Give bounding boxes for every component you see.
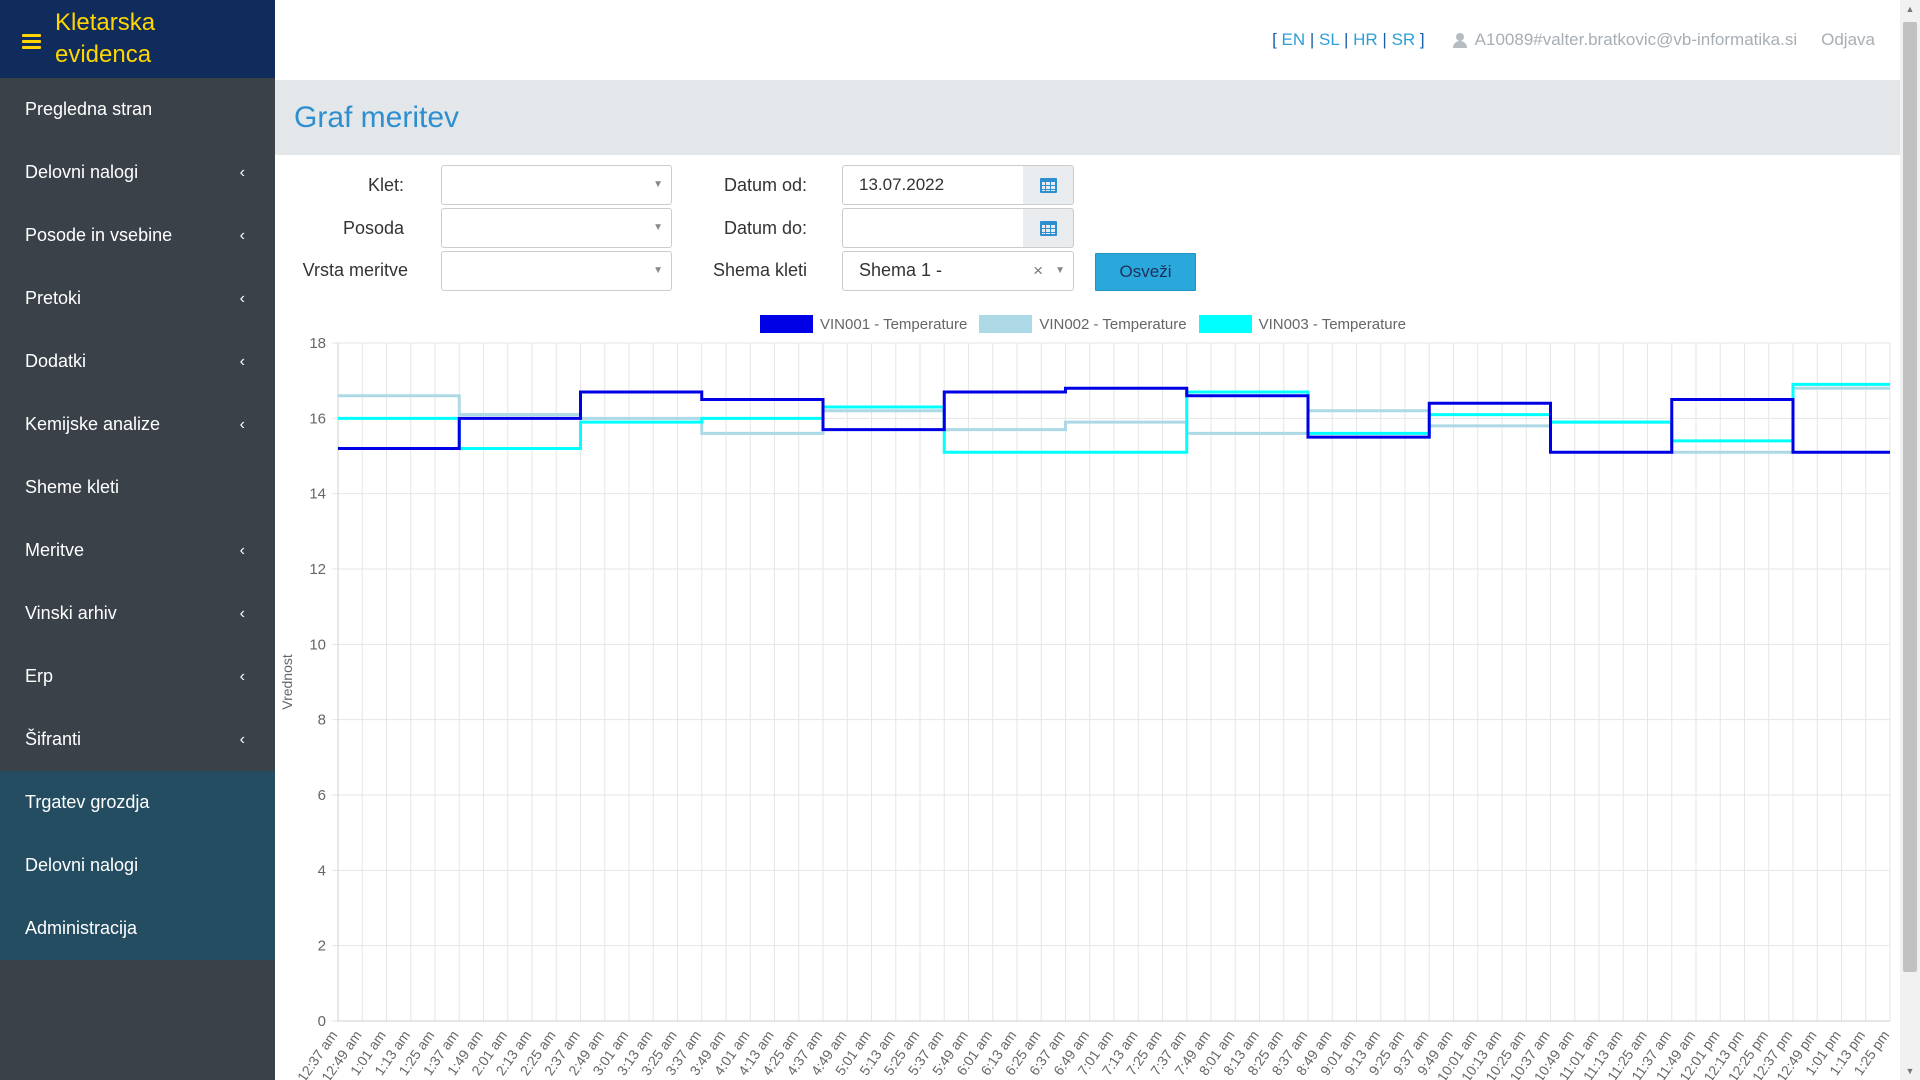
y-axis-title: Vrednost — [279, 654, 295, 710]
user-icon — [1452, 33, 1467, 48]
shema-kleti-value: Shema 1 - — [859, 260, 943, 280]
sidebar-item-label: Meritve — [25, 540, 85, 560]
lang-link-hr[interactable]: HR — [1353, 30, 1378, 49]
sidebar-item-šifranti[interactable]: Šifranti ‹ — [0, 708, 275, 771]
datum-od-label: Datum od: — [723, 175, 807, 195]
user-email: A10089#valter.bratkovic@vb-informatika.s… — [1474, 30, 1798, 49]
y-tick-label: 18 — [309, 335, 326, 352]
shema-kleti-label: Shema kleti — [712, 260, 807, 280]
bracket-open: [ — [1272, 30, 1277, 49]
dropdown-caret-icon: ▼ — [653, 222, 663, 233]
sidebar-item-kemijske-analize[interactable]: Kemijske analize ‹ — [0, 393, 275, 456]
y-tick-label: 14 — [309, 486, 326, 503]
sidebar-item-pregledna-stran[interactable]: Pregledna stran — [0, 78, 275, 141]
sidebar-nav: Pregledna stran Delovni nalogi ‹ Posode in … — [0, 78, 275, 771]
chevron-left-icon: ‹ — [239, 352, 245, 370]
datum-do-input[interactable] — [842, 208, 1024, 248]
sidebar-item-label: Delovni nalogi — [25, 855, 139, 875]
y-tick-label: 0 — [318, 1013, 326, 1030]
y-tick-label: 10 — [309, 636, 326, 653]
lang-link-en[interactable]: EN — [1282, 30, 1306, 49]
chevron-left-icon: ‹ — [239, 163, 245, 181]
sidebar-item-label: Šifranti — [25, 729, 82, 749]
scroll-down-icon[interactable]: ▼ — [1900, 1062, 1920, 1080]
sidebar-item-dodatki[interactable]: Dodatki ‹ — [0, 330, 275, 393]
vrsta-meritve-label: Vrsta meritve — [302, 260, 408, 280]
klet-select[interactable]: ▼ — [441, 165, 672, 205]
sidebar-item-delovni-nalogi[interactable]: Delovni nalogi ‹ — [0, 141, 275, 204]
page-title: Graf meritev — [294, 100, 460, 134]
refresh-button[interactable]: Osveži — [1095, 253, 1196, 291]
sidebar-item-label: Posode in vsebine — [25, 225, 173, 245]
posoda-select[interactable]: ▼ — [441, 208, 672, 248]
app-title: Kletarska evidenca — [55, 9, 156, 68]
datum-do-calendar-button[interactable] — [1023, 208, 1074, 248]
y-tick-label: 2 — [318, 938, 326, 955]
vrsta-meritve-select[interactable]: ▼ — [441, 251, 672, 291]
calendar-icon — [1039, 220, 1057, 236]
sidebar-item-label: Vinski arhiv — [25, 603, 117, 623]
sidebar-item-label: Sheme kleti — [25, 477, 120, 497]
chevron-left-icon: ‹ — [239, 289, 245, 307]
sidebar-item-vinski-arhiv[interactable]: Vinski arhiv ‹ — [0, 582, 275, 645]
chevron-left-icon: ‹ — [239, 226, 245, 244]
posoda-label: Posoda — [342, 218, 404, 238]
hamburger-menu-icon[interactable] — [22, 33, 41, 49]
sidebar-item-label: Administracija — [25, 918, 138, 938]
calendar-icon — [1039, 177, 1057, 193]
sidebar-nav-secondary: Trgatev grozdja Delovni nalogi Administrac… — [0, 771, 275, 960]
sidebar-secondary-item-trgatev-grozdja[interactable]: Trgatev grozdja — [0, 771, 275, 834]
user-info: A10089#valter.bratkovic@vb-informatika.s… — [1452, 30, 1798, 50]
bracket-close: ] — [1419, 30, 1425, 49]
datum-od-calendar-button[interactable] — [1023, 165, 1074, 205]
lang-separator: | — [1309, 30, 1315, 49]
sidebar-item-erp[interactable]: Erp ‹ — [0, 645, 275, 708]
measurement-chart: 024681012141618Vrednost12:37 am12:49 am1… — [279, 335, 1892, 1080]
sidebar-item-label: Kemijske analize — [25, 414, 161, 434]
lang-separator: | — [1343, 30, 1349, 49]
sidebar-secondary-item-delovni-nalogi[interactable]: Delovni nalogi — [0, 834, 275, 897]
sidebar-item-label: Erp — [25, 666, 54, 686]
datum-od-input[interactable]: 13.07.2022 — [842, 165, 1024, 205]
sidebar-item-meritve[interactable]: Meritve ‹ — [0, 519, 275, 582]
sidebar-item-pretoki[interactable]: Pretoki ‹ — [0, 267, 275, 330]
language-switcher: [ EN | SL | HR | SR ] — [1272, 30, 1425, 50]
dropdown-caret-icon: ▼ — [1055, 265, 1065, 276]
chevron-left-icon: ‹ — [239, 730, 245, 748]
sidebar-item-posode-in-vsebine[interactable]: Posode in vsebine ‹ — [0, 204, 275, 267]
y-tick-label: 6 — [318, 787, 326, 804]
sidebar-item-label: Dodatki — [25, 351, 87, 371]
clear-icon[interactable]: × — [1033, 261, 1043, 281]
chevron-left-icon: ‹ — [239, 541, 245, 559]
sidebar-item-label: Delovni nalogi — [25, 162, 139, 182]
brand-header: Kletarska evidenca — [0, 0, 275, 78]
dropdown-caret-icon: ▼ — [653, 179, 663, 190]
dropdown-caret-icon: ▼ — [653, 265, 663, 276]
scrollbar[interactable]: ▲ ▼ — [1900, 0, 1920, 1080]
y-tick-label: 16 — [309, 410, 326, 427]
sidebar-item-label: Pretoki — [25, 288, 82, 308]
sidebar-item-sheme-kleti[interactable]: Sheme kleti — [0, 456, 275, 519]
sidebar-secondary-item-administracija[interactable]: Administracija — [0, 897, 275, 960]
y-tick-label: 12 — [309, 561, 326, 578]
lang-separator: | — [1382, 30, 1387, 49]
sidebar: Kletarska evidenca Pregledna stran Delovn… — [0, 0, 275, 1080]
y-tick-label: 8 — [318, 712, 326, 729]
sidebar-item-label: Trgatev grozdja — [25, 792, 150, 812]
chevron-left-icon: ‹ — [239, 415, 245, 433]
sidebar-item-label: Pregledna stran — [25, 99, 153, 119]
klet-label: Klet: — [367, 175, 404, 195]
logout-link[interactable]: Odjava — [1821, 30, 1875, 50]
scroll-thumb[interactable] — [1903, 22, 1917, 972]
chevron-left-icon: ‹ — [239, 604, 245, 622]
chevron-left-icon: ‹ — [239, 667, 245, 685]
page-header: Graf meritev — [275, 80, 1900, 155]
lang-link-sl[interactable]: SL — [1319, 30, 1339, 49]
y-tick-label: 4 — [318, 862, 326, 879]
datum-do-label: Datum do: — [723, 218, 807, 238]
shema-kleti-select[interactable]: Shema 1 - × ▼ — [842, 251, 1074, 291]
lang-link-sr[interactable]: SR — [1392, 30, 1416, 49]
top-bar: [ EN | SL | HR | SR ] A10089#valter.brat… — [275, 0, 1900, 80]
scroll-up-icon[interactable]: ▲ — [1900, 0, 1920, 18]
